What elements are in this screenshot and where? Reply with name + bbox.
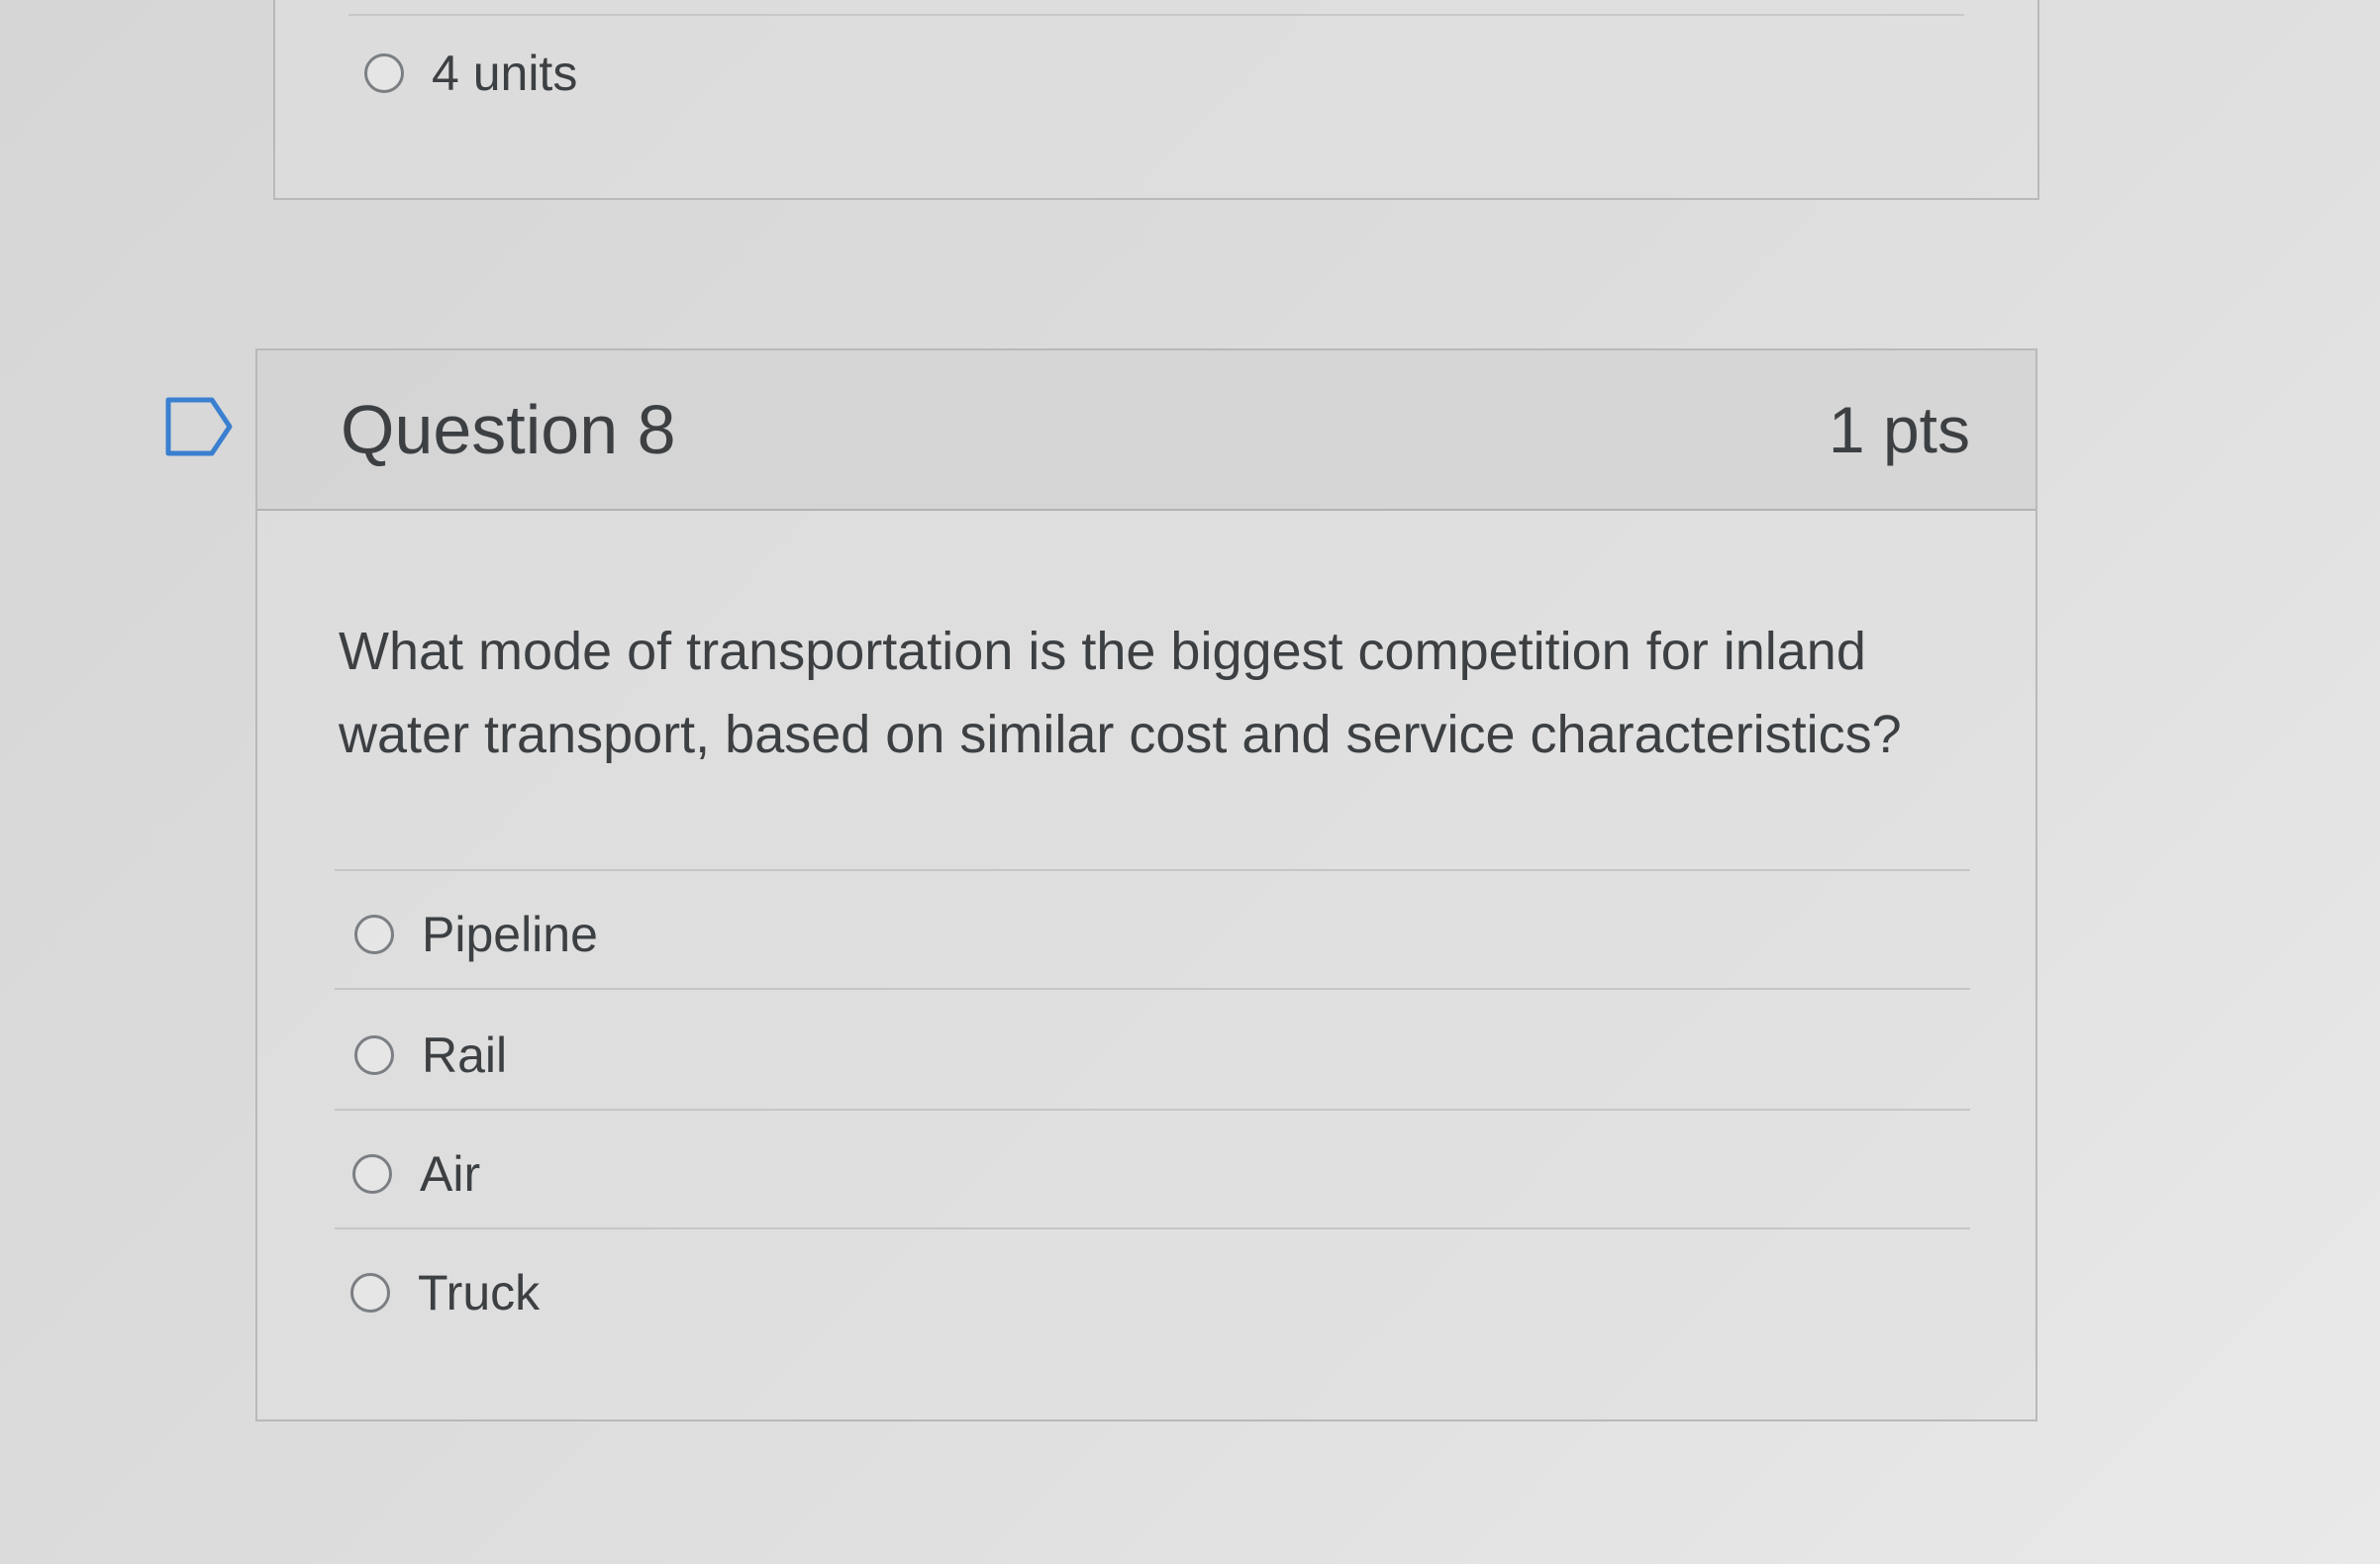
question-text: What mode of transportation is the bigge… <box>339 622 1902 764</box>
answer-label: Air <box>420 1146 481 1202</box>
answer-option-truck[interactable]: Truck <box>350 1263 540 1322</box>
question-title: Question 8 <box>341 391 676 468</box>
radio-button[interactable] <box>364 53 404 93</box>
answer-divider <box>335 1227 1970 1229</box>
bookmark-flag-icon[interactable] <box>164 396 236 457</box>
radio-button[interactable] <box>354 1035 394 1075</box>
answer-label: Truck <box>418 1265 541 1320</box>
answer-label: Pipeline <box>422 907 598 962</box>
answer-option-4-units[interactable]: 4 units <box>364 44 577 103</box>
answer-option-air[interactable]: Air <box>352 1144 480 1204</box>
answer-divider <box>348 14 1964 16</box>
question-card: Question 8 1 pts What mode of transporta… <box>255 348 2037 1421</box>
radio-button[interactable] <box>350 1273 390 1313</box>
radio-button[interactable] <box>352 1154 392 1194</box>
answer-divider <box>335 869 1970 871</box>
answer-option-pipeline[interactable]: Pipeline <box>354 905 598 964</box>
answer-option-rail[interactable]: Rail <box>354 1026 507 1085</box>
question-points: 1 pts <box>1828 393 1970 466</box>
question-header: Question 8 1 pts <box>257 350 2035 511</box>
radio-button[interactable] <box>354 915 394 954</box>
answer-divider <box>335 988 1970 990</box>
answer-label: 4 units <box>432 46 578 101</box>
answer-label: Rail <box>422 1027 508 1083</box>
answer-divider <box>335 1109 1970 1111</box>
previous-question-card: 4 units <box>273 0 2039 200</box>
